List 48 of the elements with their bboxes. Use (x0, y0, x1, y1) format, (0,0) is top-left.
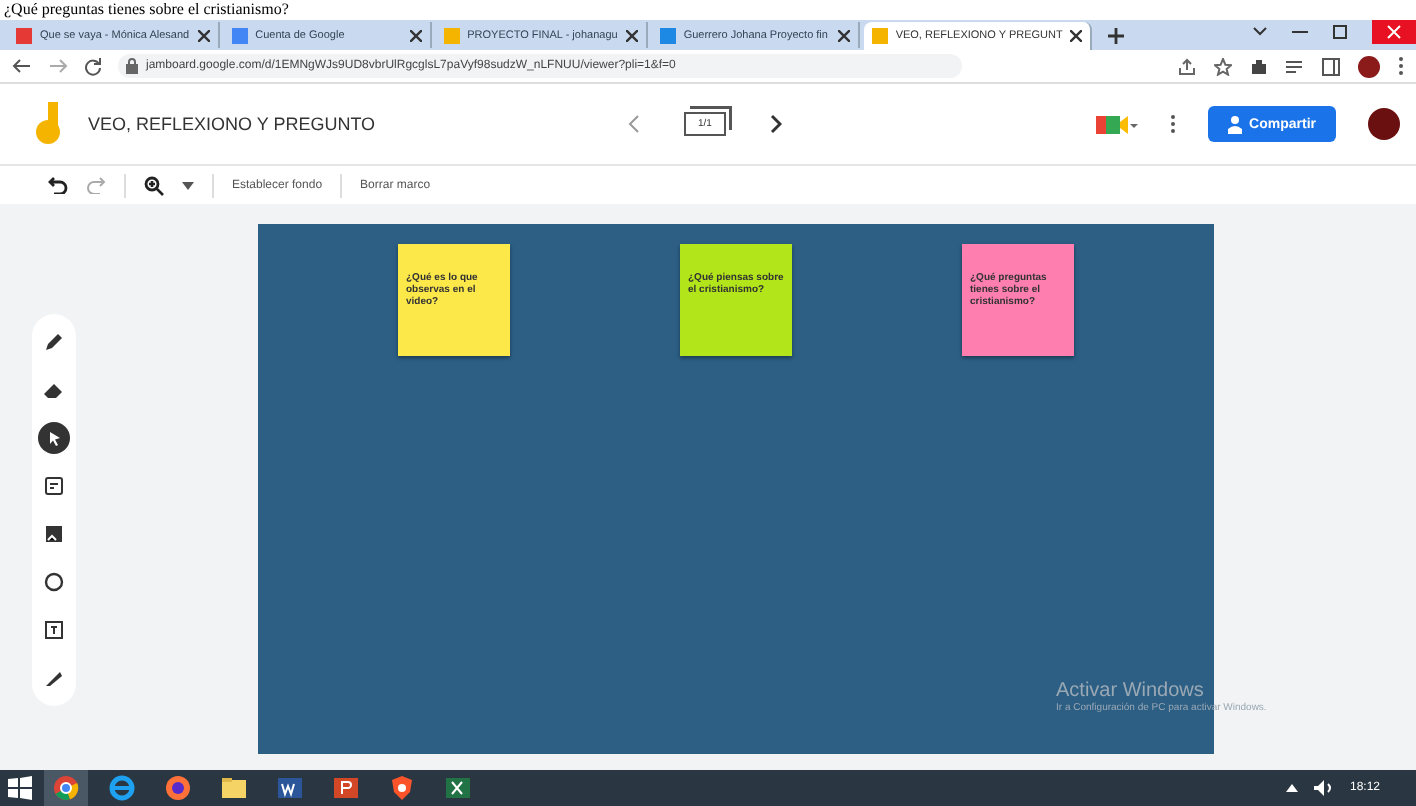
more-icon[interactable] (1169, 114, 1176, 134)
person-icon (1227, 115, 1242, 133)
avatar-icon[interactable] (1358, 55, 1380, 77)
windows-start-icon[interactable] (8, 776, 32, 800)
sidepanel-icon[interactable] (1322, 57, 1340, 75)
speaker-icon[interactable] (1313, 780, 1334, 796)
close-icon[interactable] (409, 29, 422, 41)
powerpoint-icon[interactable] (332, 774, 360, 802)
browser-e-icon[interactable] (108, 774, 136, 802)
more-icon[interactable] (1398, 56, 1404, 76)
chevron-down-icon[interactable] (1252, 26, 1268, 38)
avatar-icon[interactable] (1368, 108, 1400, 140)
star-icon[interactable] (1214, 57, 1232, 75)
caret-up-icon[interactable] (1285, 784, 1298, 792)
firefox-icon[interactable] (164, 774, 192, 802)
page-heading: ¿Qué preguntas tienes sobre el cristianismo? (2, 0, 291, 20)
restore-icon[interactable] (1332, 24, 1348, 40)
list-icon[interactable] (1286, 57, 1304, 75)
activation-title: Activar Windows (1056, 680, 1206, 702)
chrome-icon[interactable] (52, 774, 80, 802)
puzzle-icon[interactable] (1250, 57, 1268, 75)
shield-icon[interactable] (388, 774, 416, 802)
undo-icon[interactable] (48, 176, 68, 194)
zoom-icon[interactable] (144, 175, 164, 195)
video-call-icon[interactable] (1093, 110, 1138, 138)
share-icon[interactable] (1178, 57, 1196, 75)
close-icon[interactable] (837, 29, 850, 41)
back-arrow-icon[interactable] (12, 58, 32, 74)
image-tool-icon[interactable] (42, 521, 66, 545)
word-icon[interactable] (276, 774, 304, 802)
close-icon[interactable] (625, 29, 638, 41)
jamboard-logo-icon (36, 102, 64, 146)
excel-icon[interactable] (444, 774, 472, 802)
chevron-right-icon[interactable] (769, 114, 782, 134)
document-title[interactable]: VEO, REFLEXIONO Y PREGUNTO (88, 114, 628, 134)
textbox-tool-icon[interactable] (42, 617, 66, 641)
caret-down-icon[interactable] (182, 181, 194, 189)
reload-icon[interactable] (84, 57, 102, 75)
note-tool-icon[interactable] (42, 473, 66, 497)
close-icon[interactable] (1070, 30, 1083, 42)
minimize-icon[interactable] (1292, 26, 1308, 38)
close-icon[interactable] (197, 29, 210, 41)
new-tab-icon[interactable] (1108, 27, 1125, 43)
circle-tool-icon[interactable] (42, 569, 66, 593)
chevron-left-icon[interactable] (628, 114, 640, 134)
lock-icon (126, 58, 138, 74)
folder-icon[interactable] (220, 774, 248, 802)
pen-tool-icon[interactable] (42, 329, 66, 353)
